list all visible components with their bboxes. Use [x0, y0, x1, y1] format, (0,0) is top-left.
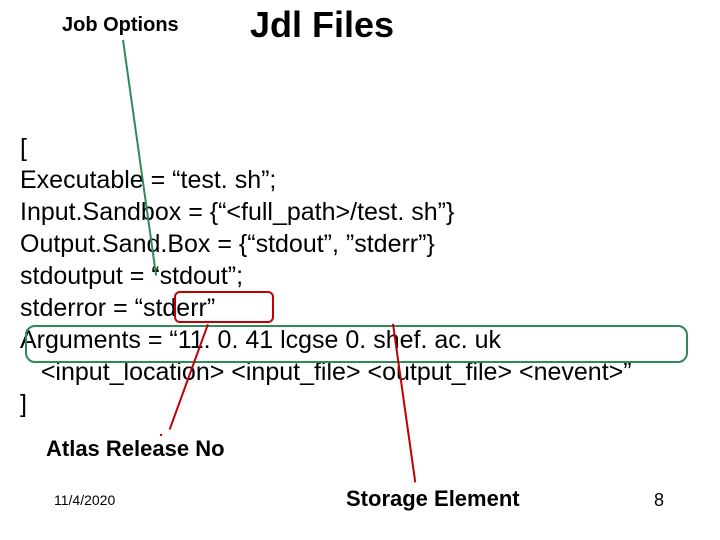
- footer-date: 11/4/2020: [54, 492, 115, 508]
- code-line: [: [20, 134, 27, 162]
- jdl-code-block: [ Executable = “test. sh”; Input.Sandbox…: [20, 100, 632, 420]
- job-options-label: Job Options: [62, 14, 179, 37]
- annotation-box-version: [174, 291, 274, 323]
- code-line: stdoutput = “stdout”;: [20, 262, 243, 290]
- page-number: 8: [654, 490, 664, 511]
- storage-element-label: Storage Element: [346, 486, 520, 512]
- atlas-release-label: Atlas Release No: [46, 436, 225, 462]
- annotation-box-args: [25, 325, 688, 363]
- code-line: Input.Sandbox = {“<full_path>/test. sh”}: [20, 198, 454, 226]
- code-line: Executable = “test. sh”;: [20, 166, 276, 194]
- page-title: Jdl Files: [250, 4, 394, 46]
- code-line: ]: [20, 390, 27, 418]
- code-line: Output.Sand.Box = {“stdout”, ”stderr”}: [20, 230, 435, 258]
